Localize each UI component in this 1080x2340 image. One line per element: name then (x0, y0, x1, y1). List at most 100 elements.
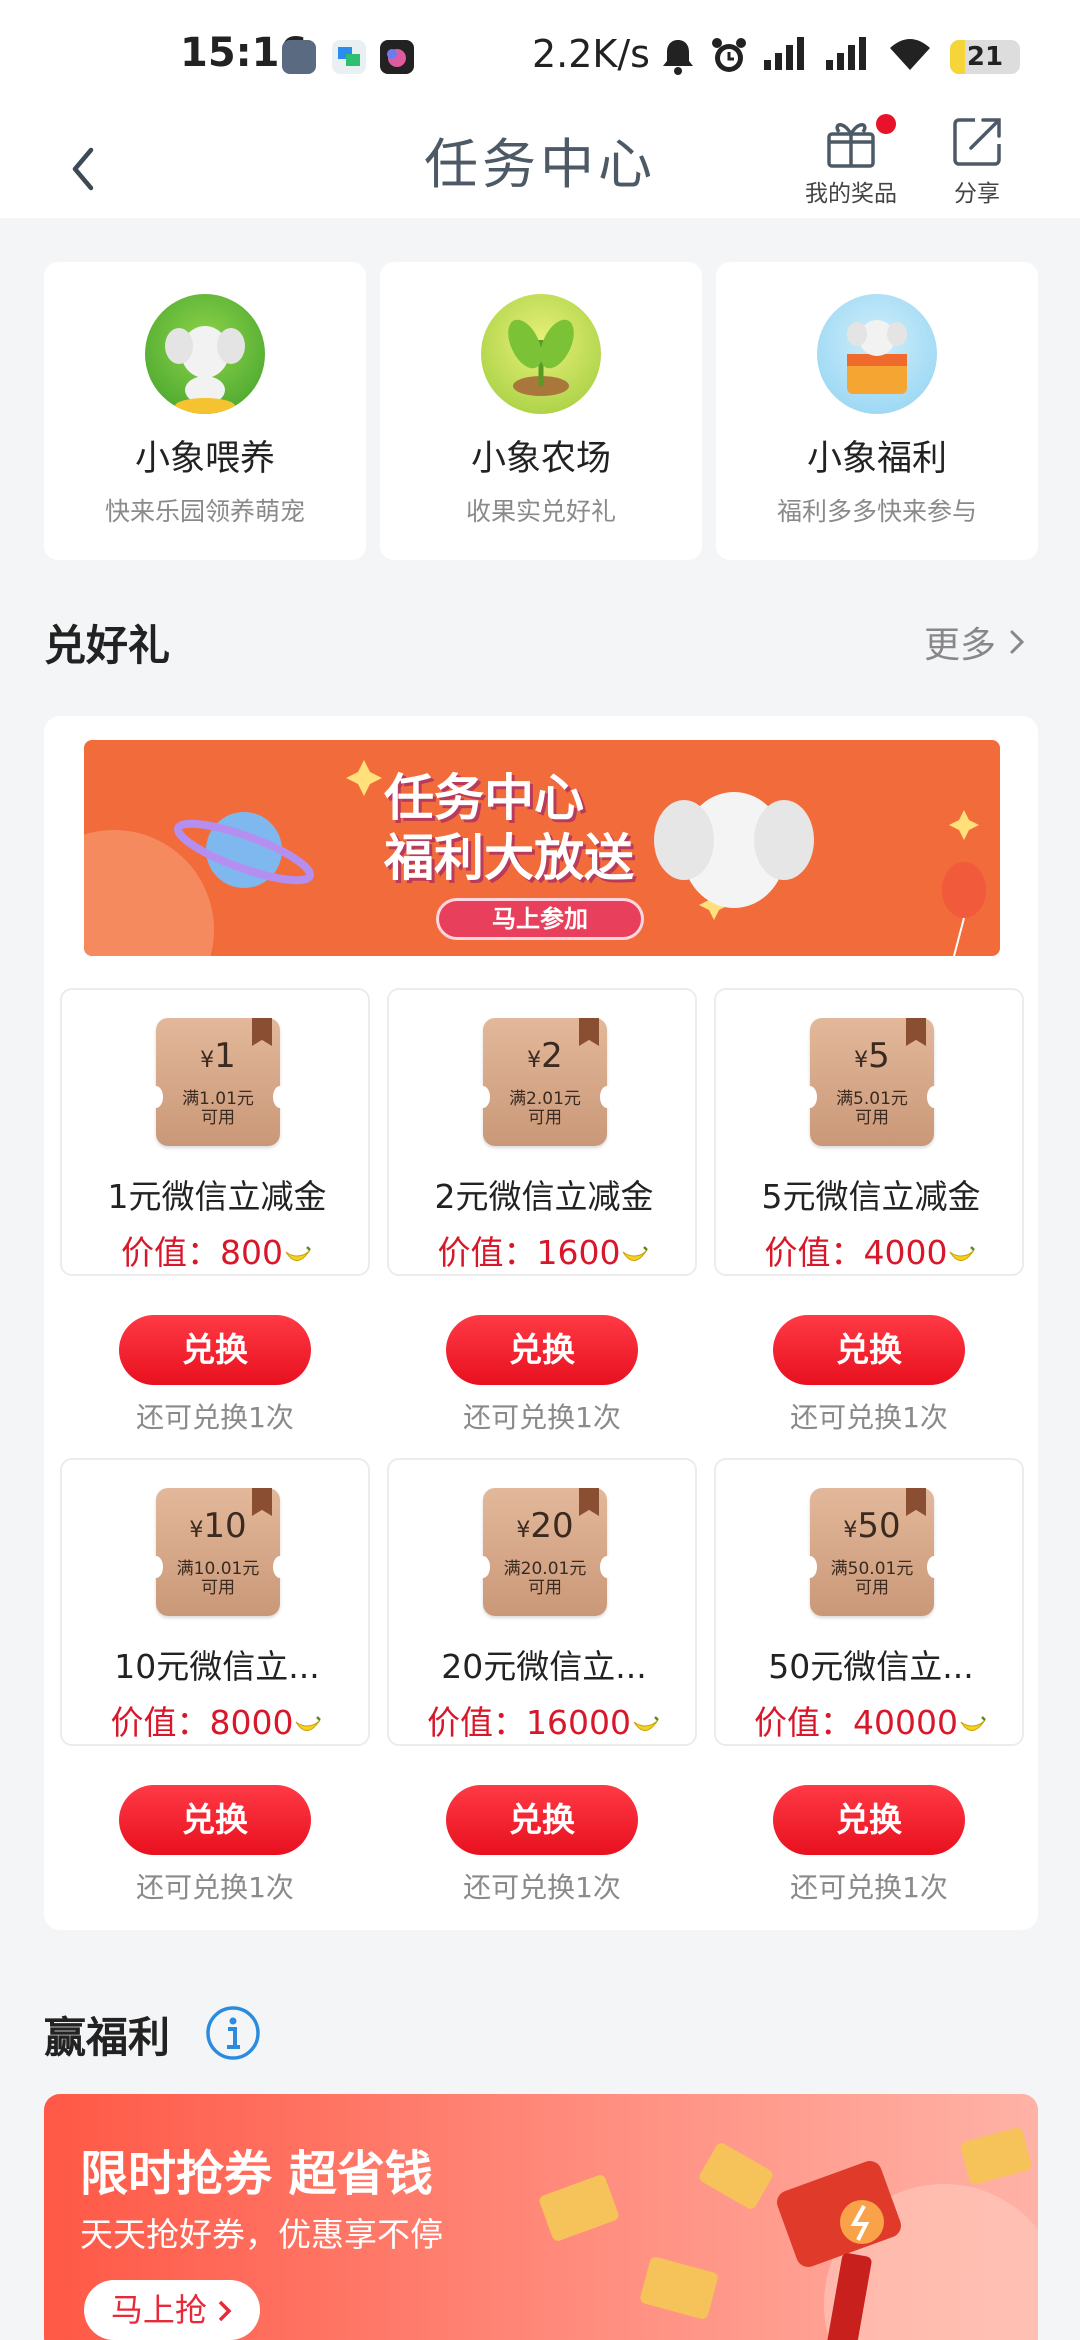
coupon-ticket-icon: ¥5 满5.01元 可用 (803, 1018, 941, 1146)
coupon-ticket-icon: ¥50 满50.01元 可用 (803, 1488, 941, 1616)
page-title: 任务中心 (424, 133, 656, 196)
redeem-section-title: 兑好礼 (44, 621, 171, 670)
coupon-card[interactable]: ¥5 满5.01元 可用 5元微信立减金价值：4000 (714, 988, 1024, 1276)
coupon-card[interactable]: ¥10 满10.01元 可用 10元微信立... 价值：8000 (60, 1458, 370, 1746)
remaining-count: 还可兑换1次 (463, 1401, 621, 1434)
sprout-avatar-icon (481, 294, 601, 414)
coupon-condition-line1: 满5.01元 (836, 1089, 908, 1109)
top-nav-bar: 任务中心 我的奖品 分享 (0, 112, 1080, 218)
chat-app-icon (332, 40, 366, 74)
coupon-condition-line2: 可用 (855, 1578, 889, 1598)
my-prizes-button[interactable]: 我的奖品 (796, 112, 906, 212)
share-button[interactable]: 分享 (922, 112, 1032, 212)
coupon-price-label: 价值： (427, 1703, 526, 1742)
grab-now-button[interactable]: 马上抢 (84, 2280, 260, 2340)
remaining-count: 还可兑换1次 (136, 1871, 294, 1904)
grab-now-label: 马上抢 (110, 2291, 207, 2329)
signal-icon-1 (764, 37, 804, 70)
hand-app-icon (380, 40, 414, 74)
more-label: 更多 (923, 625, 996, 666)
coupon-card[interactable]: ¥50 满50.01元 可用 50元微信立... 价值：40000 (714, 1458, 1024, 1746)
exchange-button[interactable]: 兑换 (446, 1315, 638, 1385)
coupon-amount: ¥10 (156, 1506, 280, 1546)
quick-card-elephant-farm[interactable]: 小象农场 收果实兑好礼 (380, 262, 702, 560)
coupon-card[interactable]: ¥2 满2.01元 可用 2元微信立减金 价值：1600 (387, 988, 697, 1276)
redeem-panel: 任务中心 福利大放送 马上参加 ¥1 满1.01元 可用 1元微信立减金 价值：800 兑… (44, 716, 1038, 1930)
quick-card-title: 小象喂养 (134, 439, 275, 479)
coupon-condition: 满1.01元 可用 (156, 1090, 280, 1128)
coupon-amount-value: 2 (541, 1036, 563, 1076)
currency-symbol: ¥ (854, 1048, 869, 1073)
coupon-name: 20元微信立... (441, 1647, 647, 1686)
currency-symbol: ¥ (189, 1518, 204, 1543)
coupon-condition-line1: 满20.01元 (503, 1559, 587, 1579)
coupon-price: 价值：4000 (716, 1226, 1026, 1274)
chevron-right-icon (1010, 630, 1025, 654)
currency-symbol: ¥ (516, 1518, 531, 1543)
quick-card-elephant-feeding[interactable]: 小象喂养 快来乐园领养萌宠 (44, 262, 366, 560)
coupon-name: 10元微信立... (114, 1647, 320, 1686)
coupon-ticket-icon: ¥1 满1.01元 可用 (149, 1018, 287, 1146)
exchange-button[interactable]: 兑换 (119, 1785, 311, 1855)
promo-title: 限时抢券 超省钱 (80, 2146, 433, 2202)
coupon-name: 5元微信立减金 (761, 1177, 981, 1216)
elephant-avatar-icon (145, 294, 265, 414)
coupon-condition-line2: 可用 (855, 1108, 889, 1128)
coupon-condition-line2: 可用 (528, 1578, 562, 1598)
coupon-name: 50元微信立... (768, 1647, 974, 1686)
network-speed: 2.2K/s (532, 32, 650, 76)
promo-subtitle: 天天抢好券，优惠享不停 (80, 2215, 443, 2254)
welfare-section-title: 赢福利 (44, 2013, 171, 2062)
coupon-price: 价值：16000 (389, 1696, 699, 1744)
share-label: 分享 (954, 181, 1000, 207)
coupon-amount: ¥2 (483, 1036, 607, 1076)
banana-coin-icon (623, 1246, 649, 1261)
banana-coin-icon (285, 1246, 311, 1261)
more-link[interactable]: 更多 (924, 616, 1028, 668)
coupon-condition: 满10.01元 可用 (156, 1560, 280, 1598)
coupon-amount-value: 5 (868, 1036, 890, 1076)
coupon-price: 价值：40000 (716, 1696, 1026, 1744)
coupon-price-value: 8000 (209, 1703, 294, 1742)
quick-card-subtitle: 福利多多快来参与 (776, 497, 977, 526)
coupon-card[interactable]: ¥1 满1.01元 可用 1元微信立减金 价值：800 (60, 988, 370, 1276)
coupon-amount-value: 50 (857, 1506, 901, 1546)
coupon-price: 价值：1600 (389, 1226, 699, 1274)
coupon-amount-value: 20 (530, 1506, 574, 1546)
coupon-amount: ¥50 (810, 1506, 934, 1546)
coupon-condition: 满5.01元 可用 (810, 1090, 934, 1128)
coupon-amount: ¥1 (156, 1036, 280, 1076)
exchange-button[interactable]: 兑换 (119, 1315, 311, 1385)
banana-coin-icon (296, 1716, 322, 1731)
quick-card-title: 小象福利 (806, 439, 947, 479)
coupon-price-label: 价值： (764, 1233, 864, 1272)
coupon-grab-banner[interactable]: 限时抢券 超省钱 天天抢好券，优惠享不停 马上抢 (44, 2094, 1038, 2340)
exchange-button[interactable]: 兑换 (446, 1785, 638, 1855)
coupon-price-value: 800 (220, 1233, 283, 1272)
coupon-amount-value: 10 (203, 1506, 247, 1546)
coupon-card[interactable]: ¥20 满20.01元 可用 20元微信立... 价值：16000 (387, 1458, 697, 1746)
coupon-condition-line2: 可用 (201, 1108, 235, 1128)
coupon-ticket-icon: ¥2 满2.01元 可用 (476, 1018, 614, 1146)
coupon-price: 价值：8000 (62, 1696, 372, 1744)
promo-banner[interactable]: 任务中心 福利大放送 马上参加 (84, 740, 1000, 956)
quick-card-title: 小象农场 (470, 439, 611, 479)
quick-card-elephant-welfare[interactable]: 小象福利 福利多多快来参与 (716, 262, 1038, 560)
exchange-button[interactable]: 兑换 (773, 1315, 965, 1385)
welfare-avatar-icon (817, 294, 937, 414)
coupon-amount: ¥5 (810, 1036, 934, 1076)
info-icon[interactable] (204, 2004, 262, 2062)
coupon-price-value: 40000 (853, 1703, 958, 1742)
battery-indicator: 21 (950, 40, 1020, 74)
banner-join-button[interactable]: 马上参加 (436, 898, 644, 940)
coupon-price: 价值：800 (62, 1226, 372, 1274)
remaining-count: 还可兑换1次 (136, 1401, 294, 1434)
exchange-button[interactable]: 兑换 (773, 1785, 965, 1855)
coupon-condition-line2: 可用 (201, 1578, 235, 1598)
battery-percent: 21 (966, 42, 1004, 72)
banana-coin-icon (950, 1246, 976, 1261)
remaining-count: 还可兑换1次 (463, 1871, 621, 1904)
currency-symbol: ¥ (527, 1048, 542, 1073)
coupon-price-value: 16000 (526, 1703, 631, 1742)
coupon-amount: ¥20 (483, 1506, 607, 1546)
